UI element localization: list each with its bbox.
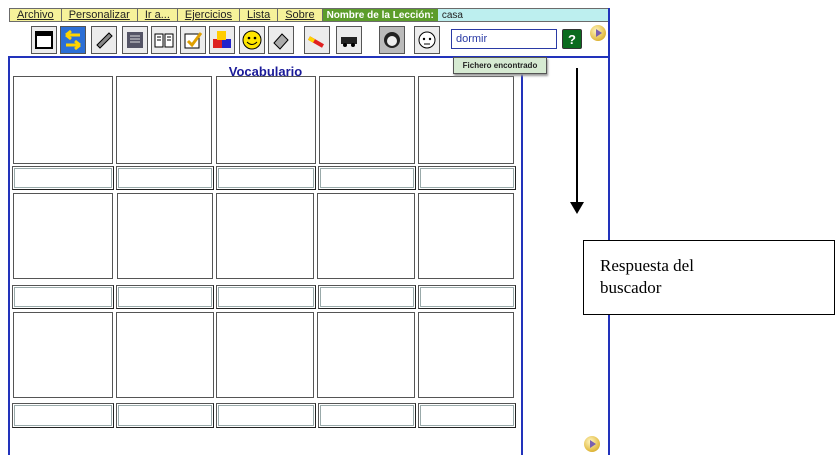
menu-label: Archivo [17,9,54,21]
lesson-name-value: casa [437,9,608,21]
window-icon[interactable] [31,26,57,54]
frame-divider-right [608,8,610,455]
frame-divider-middle [521,56,523,455]
vocab-image-cell[interactable] [117,193,213,279]
annotation-arrow-head-icon [570,202,584,214]
menu-lista[interactable]: Lista [240,9,279,21]
pencil-paper-icon[interactable] [91,26,117,54]
face-icon[interactable] [379,26,405,54]
vocab-image-cell[interactable] [116,312,214,398]
vocab-image-cell[interactable] [418,312,514,398]
next-page-arrow-icon[interactable] [584,436,600,452]
vocab-image-cell[interactable] [13,312,113,398]
vocab-image-cell[interactable] [317,193,415,279]
vocab-image-cell[interactable] [317,312,415,398]
smiley-icon[interactable] [239,26,265,54]
eraser-hand-icon[interactable] [268,26,294,54]
vocab-word-cell[interactable] [216,166,316,190]
vocab-image-cell[interactable] [418,193,514,279]
next-arrow-icon[interactable] [590,25,606,41]
help-button[interactable]: ? [562,29,582,49]
vocab-word-cell[interactable] [216,285,316,309]
annotation-arrow-line [576,68,578,206]
vocab-word-cell[interactable] [418,285,516,309]
vocab-word-cell[interactable] [116,285,214,309]
menu-label: Ir a... [144,9,170,21]
vocab-word-cell[interactable] [216,403,316,428]
menu-sobre[interactable]: Sobre [278,9,323,21]
vocab-image-cell[interactable] [116,76,212,164]
search-input[interactable] [451,29,557,49]
checklist-icon[interactable] [180,26,206,54]
vocab-word-cell[interactable] [418,166,516,190]
notepad-icon[interactable] [122,26,148,54]
annotation-line-1: Respuesta del [600,256,694,275]
vocab-word-cell[interactable] [116,166,214,190]
open-book-icon[interactable] [151,26,177,54]
menu-label: Ejercicios [184,9,232,21]
avatar-face-icon[interactable] [414,26,440,54]
menu-ejercicios[interactable]: Ejercicios [178,9,240,21]
vocab-word-cell[interactable] [318,285,416,309]
menu-bar: Archivo Personalizar Ir a... Ejercicios … [9,8,609,22]
vocab-image-cell[interactable] [216,312,314,398]
menu-archivo[interactable]: Archivo [10,9,62,21]
menu-personalizar[interactable]: Personalizar [62,9,138,21]
vocab-image-cell[interactable] [319,76,415,164]
annotation-line-2: buscador [600,278,662,297]
menu-ir-a[interactable]: Ir a... [138,9,178,21]
frame-divider-left [8,56,10,455]
vocab-image-cell[interactable] [13,76,113,164]
annotation-box: Respuesta del buscador [583,240,835,315]
vocab-image-cell[interactable] [216,193,314,279]
vocab-word-cell[interactable] [116,403,214,428]
blocks-icon[interactable] [209,26,235,54]
swap-arrows-icon[interactable] [60,26,86,54]
vocab-word-cell[interactable] [318,403,416,428]
vocab-word-cell[interactable] [12,166,114,190]
pencil-eraser-icon[interactable] [304,26,330,54]
menu-label: Lista [246,9,271,21]
vocab-image-cell[interactable] [13,193,113,279]
menu-label: Sobre [285,9,315,21]
vocab-word-cell[interactable] [12,285,114,309]
search-result-tooltip: Fichero encontrado [453,57,547,74]
vocab-word-cell[interactable] [318,166,416,190]
train-icon[interactable] [336,26,362,54]
vocab-word-cell[interactable] [418,403,516,428]
vocab-word-cell[interactable] [12,403,114,428]
lesson-name-label: Nombre de la Lección: [322,9,438,21]
menu-label: Personalizar [68,9,130,21]
vocab-image-cell[interactable] [418,76,514,164]
vocab-image-cell[interactable] [216,76,316,164]
